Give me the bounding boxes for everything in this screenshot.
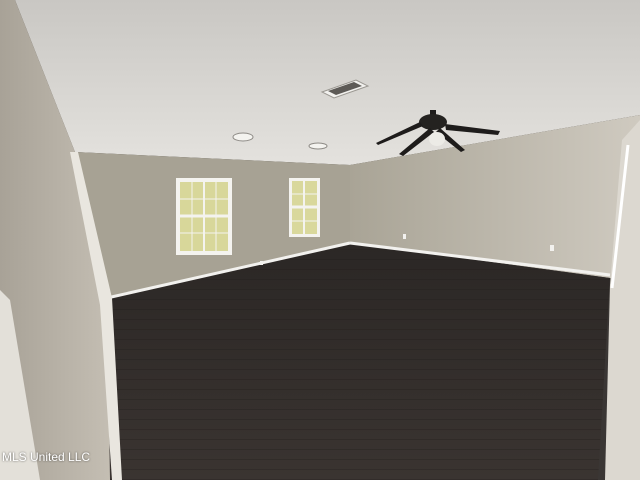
ceiling-light-small xyxy=(232,132,254,142)
outlet-right-1 xyxy=(403,234,406,239)
window-left xyxy=(176,178,232,255)
watermark-text: MLS United LLC xyxy=(2,450,91,464)
outlet-back xyxy=(260,261,263,265)
window-right xyxy=(289,178,320,237)
room-illustration xyxy=(0,0,640,480)
ceiling-light-far xyxy=(308,142,328,150)
outlet-right-2 xyxy=(550,245,554,251)
room-photo: MLS United LLC xyxy=(0,0,640,480)
